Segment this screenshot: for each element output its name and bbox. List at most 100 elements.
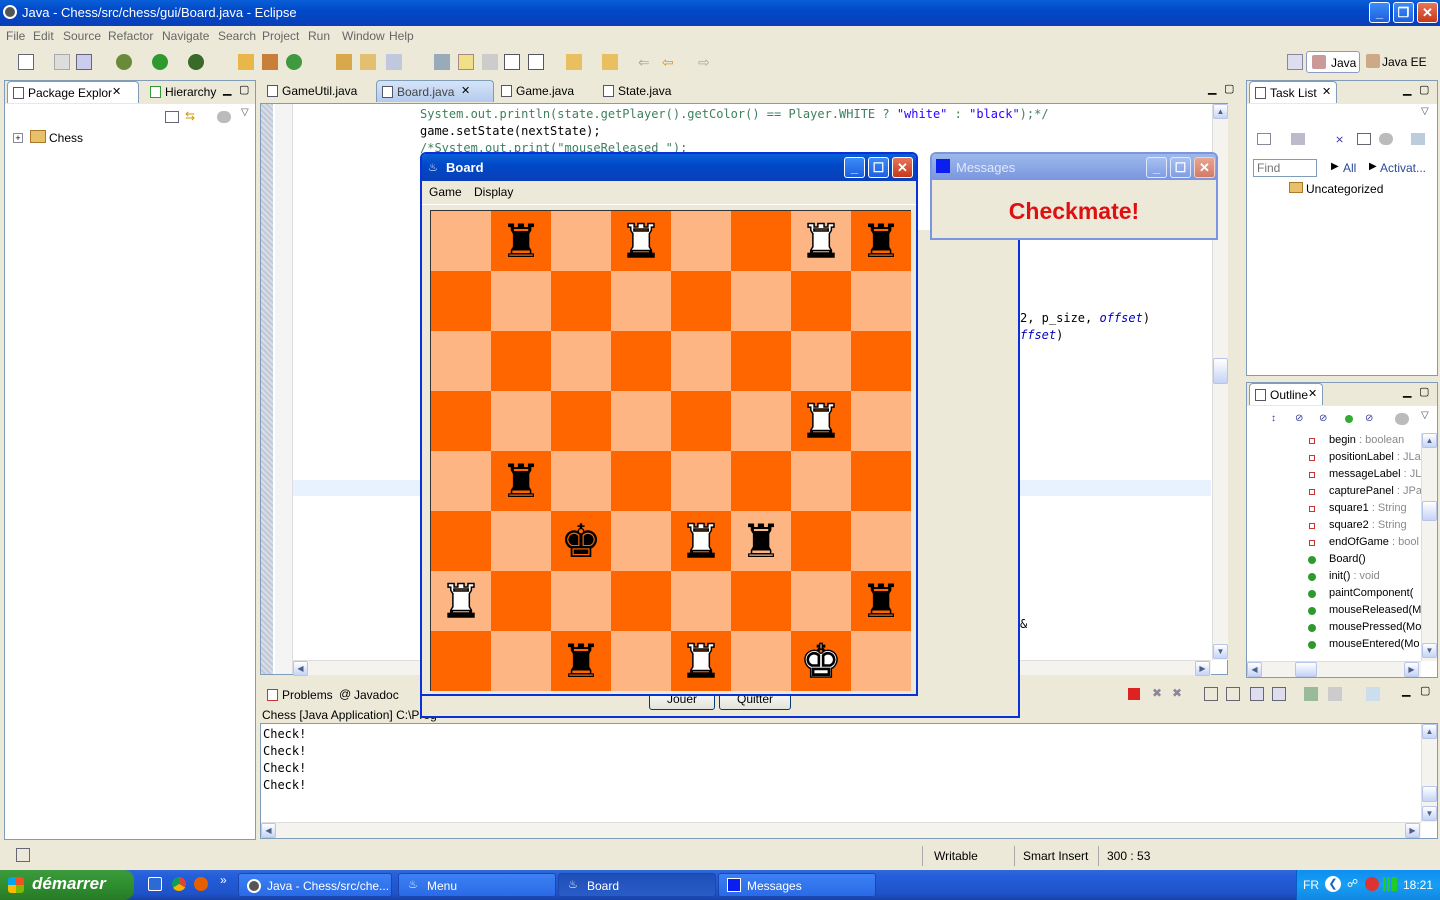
square-e3[interactable]: ♜ bbox=[671, 511, 731, 571]
tab-state[interactable]: State.java bbox=[598, 80, 698, 102]
outline-item[interactable]: messageLabel : JL bbox=[1247, 467, 1421, 484]
tab-problems[interactable]: Problems bbox=[262, 684, 333, 706]
square-b2[interactable] bbox=[491, 571, 551, 631]
square-a3[interactable] bbox=[431, 511, 491, 571]
display-selected-console-icon[interactable] bbox=[1272, 687, 1286, 701]
minimize-button[interactable]: _ bbox=[844, 157, 865, 178]
square-c4[interactable] bbox=[551, 451, 611, 511]
filter-all-link[interactable]: All bbox=[1343, 161, 1356, 175]
square-h8[interactable]: ♜ bbox=[851, 211, 911, 271]
black-rook-piece[interactable]: ♜ bbox=[500, 218, 541, 264]
square-b1[interactable] bbox=[491, 631, 551, 691]
square-h5[interactable] bbox=[851, 391, 911, 451]
scroll-lock-icon[interactable] bbox=[1226, 687, 1240, 701]
show-whitespace-icon[interactable] bbox=[504, 54, 520, 70]
menu-file[interactable]: File bbox=[6, 29, 25, 43]
tab-board[interactable]: Board.java ✕ bbox=[376, 80, 494, 102]
square-b6[interactable] bbox=[491, 331, 551, 391]
chevron-down-icon[interactable]: ▽ bbox=[241, 107, 249, 118]
white-rook-piece[interactable]: ♜ bbox=[800, 397, 843, 445]
square-h4[interactable] bbox=[851, 451, 911, 511]
hide-static-icon[interactable]: ⊘ bbox=[1319, 413, 1333, 425]
minimize-view-icon[interactable]: ▁ bbox=[223, 83, 231, 96]
square-a7[interactable] bbox=[431, 271, 491, 331]
scroll-left-icon[interactable]: ◀ bbox=[1247, 662, 1262, 677]
outline-item[interactable]: mouseEntered(Mo bbox=[1247, 637, 1421, 654]
highlight-icon[interactable] bbox=[458, 54, 474, 70]
outline-vertical-scrollbar[interactable]: ▲ ▼ bbox=[1421, 433, 1437, 661]
square-b3[interactable] bbox=[491, 511, 551, 571]
black-rook-piece[interactable]: ♜ bbox=[740, 518, 781, 564]
task-find-input[interactable] bbox=[1253, 159, 1317, 177]
square-a1[interactable] bbox=[431, 631, 491, 691]
square-g7[interactable] bbox=[791, 271, 851, 331]
open-perspective-icon[interactable] bbox=[1287, 54, 1303, 70]
maximize-view-icon[interactable]: ▢ bbox=[239, 83, 249, 96]
tab-package-explorer[interactable]: Package Explor ✕ bbox=[7, 81, 139, 103]
white-rook-piece[interactable]: ♜ bbox=[620, 217, 663, 265]
tree-item-chess[interactable]: Chess bbox=[49, 131, 83, 145]
tab-javadoc[interactable]: @ Javadoc bbox=[334, 684, 404, 706]
outline-item[interactable]: mouseReleased(M bbox=[1247, 603, 1421, 620]
new-package-icon[interactable] bbox=[262, 54, 278, 70]
square-f7[interactable] bbox=[731, 271, 791, 331]
expand-icon[interactable]: + bbox=[13, 133, 23, 143]
black-rook-piece[interactable]: ♜ bbox=[560, 638, 601, 684]
close-button[interactable]: ✕ bbox=[1194, 157, 1215, 178]
tab-outline[interactable]: Outline ✕ bbox=[1249, 383, 1323, 405]
square-g3[interactable] bbox=[791, 511, 851, 571]
chess-board[interactable]: ♜ ♜ ♜ ♜ ♜ ♜ ♚ ♜ ♜ ♜ ♜ ♜ ♜ ♚ bbox=[430, 210, 911, 691]
square-a8[interactable] bbox=[431, 211, 491, 271]
fast-view-icon[interactable] bbox=[16, 848, 30, 862]
console-horizontal-scrollbar[interactable]: ◀ ▶ bbox=[261, 822, 1421, 838]
scroll-thumb[interactable] bbox=[1422, 501, 1437, 521]
square-g8[interactable]: ♜ bbox=[791, 211, 851, 271]
scroll-up-icon[interactable]: ▲ bbox=[1213, 104, 1228, 119]
square-d5[interactable] bbox=[611, 391, 671, 451]
square-e8[interactable] bbox=[671, 211, 731, 271]
language-indicator[interactable]: FR bbox=[1303, 878, 1319, 892]
wifi-signal-icon[interactable] bbox=[1383, 877, 1397, 891]
scroll-down-icon[interactable]: ▼ bbox=[1422, 643, 1437, 658]
tab-gameutil[interactable]: GameUtil.java bbox=[262, 80, 374, 102]
open-folder-icon[interactable] bbox=[360, 54, 376, 70]
square-e4[interactable] bbox=[671, 451, 731, 511]
view-menu-icon[interactable] bbox=[217, 111, 231, 123]
collapse-icon[interactable] bbox=[1357, 133, 1371, 145]
new-task-icon[interactable] bbox=[1257, 133, 1271, 145]
quicklaunch-more-icon[interactable]: » bbox=[220, 873, 227, 887]
remove-icon[interactable]: ⨯ bbox=[1335, 133, 1349, 146]
back-arrow-icon[interactable]: ⇦ bbox=[662, 54, 678, 70]
square-c7[interactable] bbox=[551, 271, 611, 331]
search-icon[interactable] bbox=[386, 54, 402, 70]
scroll-thumb[interactable] bbox=[1213, 358, 1228, 384]
menu-game[interactable]: Game bbox=[429, 185, 462, 199]
new-console-icon[interactable] bbox=[1366, 687, 1380, 701]
remove-all-icon[interactable]: ✖ bbox=[1172, 686, 1182, 700]
scroll-thumb[interactable] bbox=[1422, 786, 1437, 802]
square-h2[interactable]: ♜ bbox=[851, 571, 911, 631]
square-h3[interactable] bbox=[851, 511, 911, 571]
close-icon[interactable]: ✕ bbox=[112, 85, 121, 98]
minimize-button[interactable]: _ bbox=[1146, 157, 1167, 178]
scroll-right-icon[interactable]: ▶ bbox=[1404, 662, 1419, 677]
close-icon[interactable]: ✕ bbox=[1322, 85, 1331, 98]
outline-horizontal-scrollbar[interactable]: ◀ ▶ bbox=[1247, 661, 1421, 677]
new-java-project-icon[interactable] bbox=[238, 54, 254, 70]
square-a4[interactable] bbox=[431, 451, 491, 511]
clear-console-icon[interactable] bbox=[1204, 687, 1218, 701]
square-g5[interactable]: ♜ bbox=[791, 391, 851, 451]
menu-edit[interactable]: Edit bbox=[33, 29, 54, 43]
focus-icon[interactable] bbox=[1411, 133, 1425, 145]
maximize-view-icon[interactable]: ▢ bbox=[1420, 684, 1430, 697]
square-h1[interactable] bbox=[851, 631, 911, 691]
square-b4[interactable]: ♜ bbox=[491, 451, 551, 511]
open-console-icon[interactable] bbox=[1304, 687, 1318, 701]
square-d3[interactable] bbox=[611, 511, 671, 571]
scroll-down-icon[interactable]: ▼ bbox=[1422, 806, 1437, 821]
open-type-icon[interactable] bbox=[336, 54, 352, 70]
tab-game[interactable]: Game.java bbox=[496, 80, 596, 102]
square-d2[interactable] bbox=[611, 571, 671, 631]
sort-icon[interactable]: ↕ bbox=[1271, 413, 1285, 425]
outline-item[interactable]: capturePanel : JPa bbox=[1247, 484, 1421, 501]
